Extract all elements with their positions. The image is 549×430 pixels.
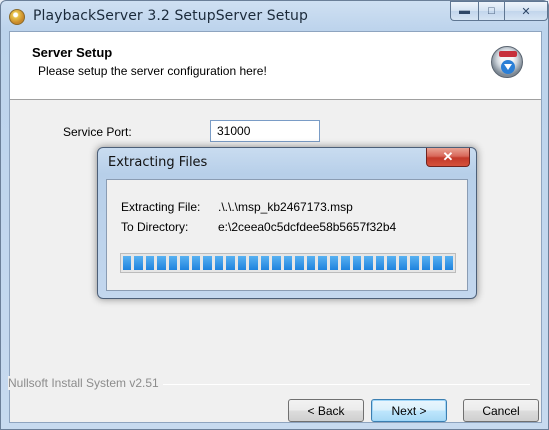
progress-segment	[318, 256, 327, 270]
dialog-body: Extracting File: .\.\.\msp_kb2467173.msp…	[106, 179, 468, 291]
installer-window: PlaybackServer 3.2 SetupServer Setup ▬ □…	[0, 0, 549, 430]
maximize-icon: □	[488, 5, 495, 17]
download-arrow-icon	[501, 60, 515, 74]
progress-segment	[410, 256, 419, 270]
close-icon: ✕	[521, 5, 531, 18]
progress-segment	[398, 256, 408, 270]
progress-segment	[226, 256, 235, 270]
cancel-button[interactable]: Cancel	[463, 399, 539, 422]
page-title: Server Setup	[32, 45, 113, 60]
progress-segment	[283, 256, 293, 270]
next-button-label: Next >	[391, 403, 427, 418]
service-port-input[interactable]	[210, 120, 320, 142]
back-button[interactable]: < Back	[288, 399, 364, 422]
progress-segment	[168, 256, 178, 270]
progress-segment	[375, 256, 385, 270]
service-port-label: Service Port:	[63, 125, 132, 139]
minimize-icon: ▬	[459, 5, 470, 17]
progress-segment	[272, 256, 281, 270]
extracting-file-label: Extracting File:	[121, 200, 201, 214]
progress-segment	[249, 256, 258, 270]
progress-segment	[306, 256, 316, 270]
progress-segment	[203, 256, 212, 270]
extract-progress-bar	[120, 253, 456, 273]
progress-segment	[191, 256, 201, 270]
progress-segment	[123, 256, 132, 270]
cancel-button-label: Cancel	[482, 403, 520, 418]
window-title: PlaybackServer 3.2 SetupServer Setup	[33, 8, 309, 24]
progress-segment	[421, 256, 431, 270]
progress-segment	[444, 256, 454, 270]
app-icon	[9, 9, 25, 25]
extracting-file-value: .\.\.\msp_kb2467173.msp	[218, 200, 353, 214]
title-bar[interactable]: PlaybackServer 3.2 SetupServer Setup ▬ □…	[1, 1, 549, 31]
installer-disc-icon	[491, 46, 523, 78]
page-subtitle: Please setup the server configuration he…	[38, 64, 267, 78]
progress-segment	[145, 256, 155, 270]
progress-fill	[123, 256, 454, 270]
dialog-title: Extracting Files	[108, 155, 208, 170]
progress-segment	[157, 256, 166, 270]
extracting-files-dialog: Extracting Files ✕ Extracting File: .\.\…	[97, 147, 477, 299]
caption-buttons: ▬ □ ✕	[450, 1, 548, 21]
progress-segment	[364, 256, 373, 270]
minimize-button[interactable]: ▬	[450, 1, 478, 21]
dialog-close-button[interactable]: ✕	[426, 148, 470, 167]
page-header: Server Setup Please setup the server con…	[10, 32, 541, 100]
progress-segment	[341, 256, 350, 270]
progress-segment	[214, 256, 224, 270]
progress-segment	[352, 256, 362, 270]
close-icon: ✕	[442, 149, 454, 164]
progress-segment	[237, 256, 247, 270]
to-directory-value: e:\2ceea0c5dcfdee58b5657f32b4	[218, 220, 397, 234]
footer-divider	[130, 384, 530, 385]
progress-segment	[180, 256, 189, 270]
progress-segment	[329, 256, 339, 270]
progress-segment	[387, 256, 396, 270]
to-directory-label: To Directory:	[121, 220, 189, 234]
nsis-brand-text: Nullsoft Install System v2.51	[8, 376, 163, 390]
progress-segment	[433, 256, 442, 270]
back-button-label: < Back	[307, 403, 345, 418]
disc-label-icon	[499, 51, 517, 57]
progress-segment	[134, 256, 143, 270]
maximize-button[interactable]: □	[478, 1, 504, 21]
close-button[interactable]: ✕	[504, 1, 548, 21]
progress-segment	[295, 256, 304, 270]
progress-segment	[260, 256, 270, 270]
next-button[interactable]: Next >	[371, 399, 447, 422]
